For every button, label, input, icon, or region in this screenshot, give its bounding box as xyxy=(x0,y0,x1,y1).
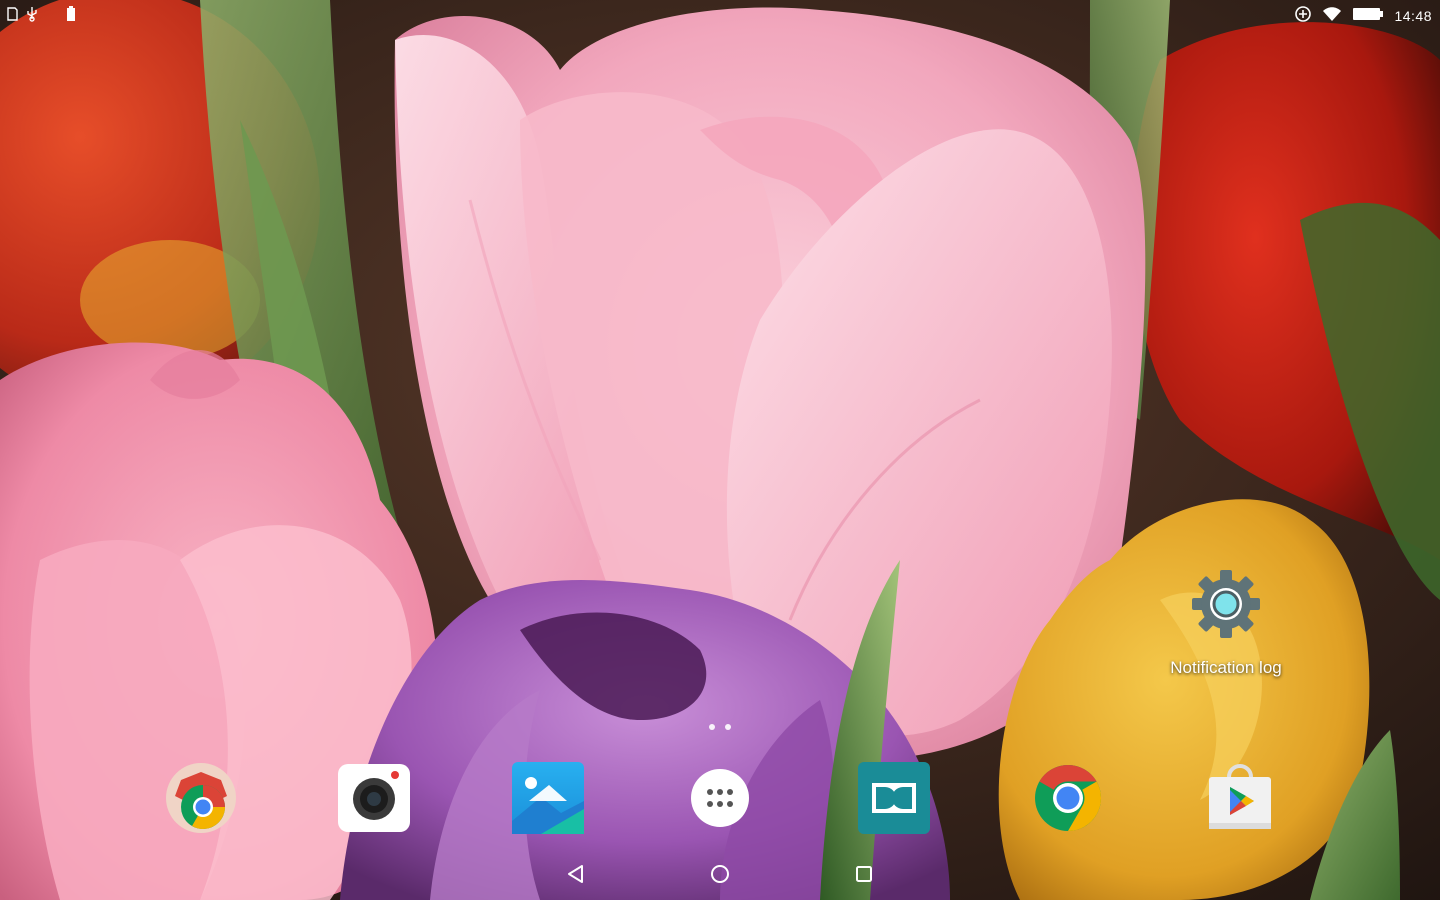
status-bar-left xyxy=(6,6,76,25)
page-indicator xyxy=(700,720,740,734)
chrome-icon xyxy=(1035,765,1102,831)
home-button[interactable] xyxy=(698,858,742,890)
dock-app-play-store[interactable] xyxy=(1202,758,1278,838)
recents-icon xyxy=(856,866,872,882)
app-dock xyxy=(0,758,1440,842)
dock-app-dolby[interactable] xyxy=(856,758,932,838)
sd-card-icon xyxy=(6,7,18,24)
home-screen: 14:48 Notification log xyxy=(0,0,1440,900)
notification-log-shortcut[interactable]: Notification log xyxy=(1146,566,1306,686)
dock-app-camera[interactable] xyxy=(336,758,412,838)
play-store-icon xyxy=(1209,764,1271,829)
page-dot xyxy=(725,724,731,730)
status-time: 14:48 xyxy=(1394,7,1432,24)
status-bar-right: 14:48 xyxy=(1294,5,1432,26)
dock-app-gallery[interactable] xyxy=(510,758,586,838)
navigation-bar xyxy=(0,852,1440,896)
battery-icon xyxy=(1352,6,1384,25)
settings-gear-icon xyxy=(1188,566,1264,642)
dock-app-chrome[interactable] xyxy=(1030,758,1106,838)
dolby-icon xyxy=(858,762,930,834)
usb-icon xyxy=(26,6,38,25)
app-drawer-icon xyxy=(691,769,749,827)
camera-icon xyxy=(338,764,410,832)
home-icon xyxy=(711,865,729,883)
page-dot xyxy=(709,724,715,730)
chrome-beta-icon xyxy=(166,763,236,833)
recents-button[interactable] xyxy=(842,858,886,890)
data-saver-icon xyxy=(1294,5,1312,26)
back-icon xyxy=(568,865,583,883)
gallery-icon xyxy=(512,762,584,834)
shortcut-label: Notification log xyxy=(1170,658,1282,677)
battery-saver-icon xyxy=(66,6,76,25)
back-button[interactable] xyxy=(554,858,598,890)
dock-app-chrome-beta[interactable] xyxy=(163,758,239,838)
wifi-icon xyxy=(1322,6,1342,25)
status-bar: 14:48 xyxy=(0,0,1440,32)
dock-app-drawer[interactable] xyxy=(682,758,758,838)
